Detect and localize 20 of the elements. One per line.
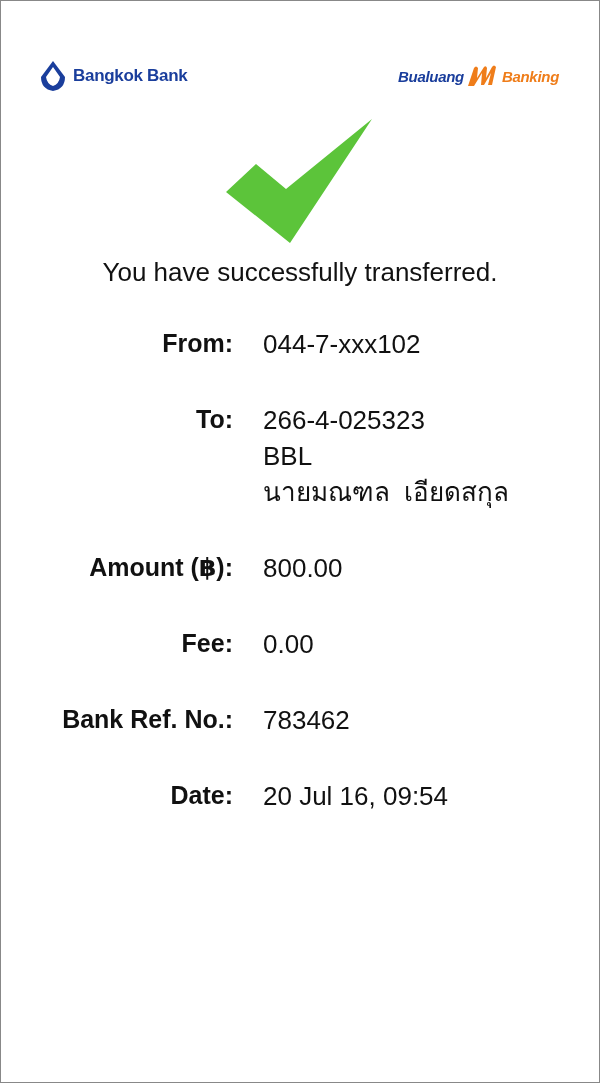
- app-name: Bualuang: [398, 67, 464, 85]
- field-value: BBL: [263, 440, 314, 473]
- app-name: Banking: [501, 67, 559, 85]
- field-value: 044-7-xxx102: [263, 328, 422, 361]
- bank-logo-icon: [39, 59, 67, 93]
- field-label: Fee:: [180, 628, 233, 659]
- field-value: 0.00: [263, 628, 315, 661]
- field-value: 783462: [263, 704, 351, 737]
- success-message: You have successfully transferred.: [101, 257, 499, 288]
- field-label: From:: [161, 328, 233, 359]
- field-label: Amount (฿):: [88, 552, 233, 583]
- field-label: Date:: [169, 780, 233, 811]
- bank-name: Bangkok Bank: [73, 66, 188, 86]
- field-value: 266-4-025323: [263, 404, 426, 437]
- field-value: 20 Jul 16, 09:54: [263, 780, 450, 813]
- field-label: Bank Ref. No.:: [61, 704, 233, 735]
- field-label: To:: [195, 404, 233, 435]
- field-value: นายมณฑล เอียดสกุล: [263, 476, 511, 510]
- check-icon: [226, 119, 374, 243]
- field-value: 800.00: [263, 552, 344, 585]
